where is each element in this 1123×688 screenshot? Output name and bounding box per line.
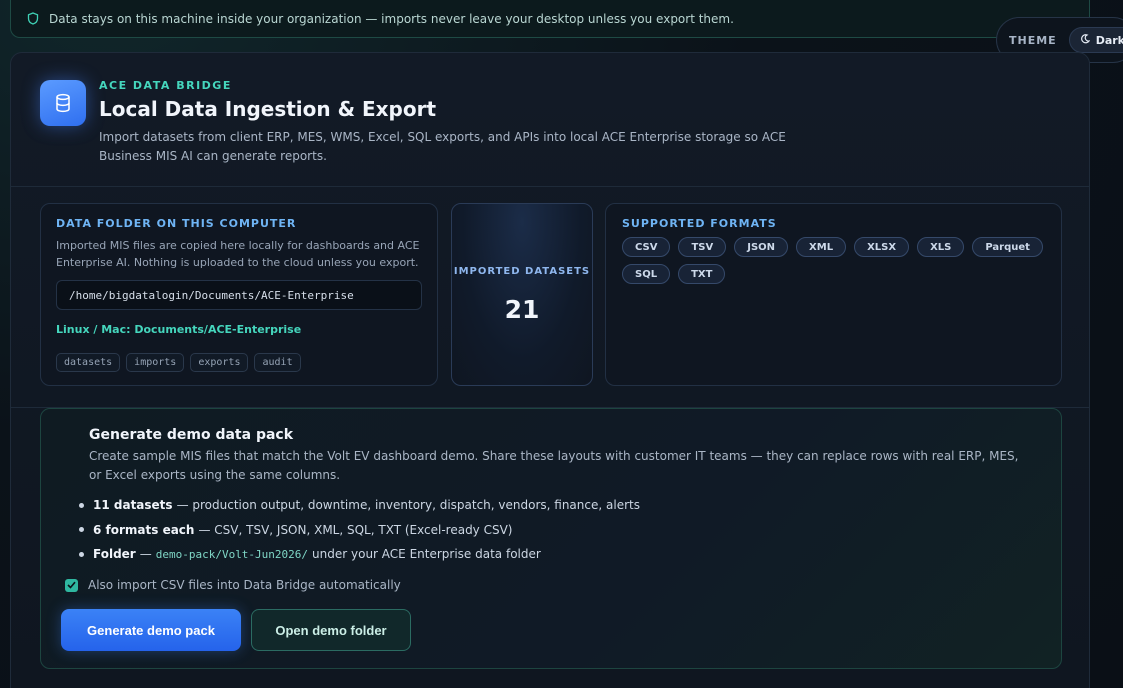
data-folder-heading: DATA FOLDER ON THIS COMPUTER: [56, 217, 297, 230]
page-title: Local Data Ingestion & Export: [99, 97, 437, 121]
auto-import-checkbox-row[interactable]: Also import CSV files into Data Bridge a…: [65, 578, 401, 592]
subfolder-chip: imports: [126, 353, 185, 372]
format-badge: XML: [796, 237, 847, 257]
banner-text: Data stays on this machine inside your o…: [49, 11, 734, 26]
format-badge: JSON: [734, 237, 789, 257]
subfolder-chip: datasets: [56, 353, 121, 372]
subfolder-chip: audit: [254, 353, 301, 372]
format-badge: CSV: [622, 237, 671, 257]
bullet-text: —: [139, 547, 152, 562]
bullet-text: — CSV, TSV, JSON, XML, SQL, TXT (Excel-r…: [198, 522, 513, 537]
demo-pack-description: Create sample MIS files that match the V…: [89, 449, 1019, 482]
privacy-banner: Data stays on this machine inside your o…: [10, 0, 1090, 38]
supported-formats-card: SUPPORTED FORMATS CSV TSV JSON XML XLSX …: [605, 203, 1062, 386]
bullet-text: under your ACE Enterprise data folder: [312, 547, 541, 562]
demo-pack-card: Generate demo data pack Create sample MI…: [40, 408, 1062, 669]
data-bridge-panel: ACE DATA BRIDGE Local Data Ingestion & E…: [10, 52, 1090, 688]
supported-formats-heading: SUPPORTED FORMATS: [622, 217, 777, 230]
demo-pack-details: 11 datasets — production output, downtim…: [79, 493, 640, 567]
data-folder-note: Imported MIS files are copied here local…: [56, 239, 420, 269]
page-description: Import datasets from client ERP, MES, WM…: [99, 130, 786, 163]
moon-icon: [1080, 33, 1090, 47]
shield-icon: [27, 12, 39, 25]
format-badge: XLS: [917, 237, 965, 257]
open-demo-folder-button[interactable]: Open demo folder: [251, 609, 411, 651]
format-badge: TXT: [678, 264, 726, 284]
format-badge: Parquet: [972, 237, 1043, 257]
auto-import-checkbox[interactable]: [65, 578, 78, 592]
theme-label: THEME: [1009, 33, 1057, 47]
os-path-hint: Linux / Mac: Documents/ACE-Enterprise: [56, 323, 302, 336]
list-item: Folder — demo-pack/Volt-Jun2026/ under y…: [79, 542, 640, 567]
bullet-bold: 6 formats each: [93, 522, 195, 537]
format-badge: TSV: [678, 237, 727, 257]
imported-datasets-card: IMPORTED DATASETS 21: [451, 203, 593, 386]
database-icon: [40, 80, 86, 126]
subfolder-chip: exports: [190, 353, 249, 372]
subfolder-chips: datasets imports exports audit: [56, 353, 301, 372]
app-eyebrow: ACE DATA BRIDGE: [99, 79, 232, 92]
data-folder-path[interactable]: /home/bigdatalogin/Documents/ACE-Enterpr…: [56, 280, 422, 310]
data-folder-card: DATA FOLDER ON THIS COMPUTER Imported MI…: [40, 203, 438, 386]
checkmark-icon: [67, 581, 76, 589]
bullet-bold: Folder: [93, 547, 136, 562]
theme-value: Dark: [1095, 33, 1123, 47]
format-badges: CSV TSV JSON XML XLSX XLS Parquet SQL TX…: [622, 237, 1052, 284]
format-badge: SQL: [622, 264, 671, 284]
generate-demo-pack-button[interactable]: Generate demo pack: [61, 609, 241, 651]
imported-datasets-count: 21: [504, 295, 540, 324]
imported-datasets-label: IMPORTED DATASETS: [453, 266, 591, 277]
bullet-text: — production output, downtime, inventory…: [176, 498, 640, 513]
list-item: 6 formats each — CSV, TSV, JSON, XML, SQ…: [79, 518, 640, 543]
format-badge: XLSX: [854, 237, 910, 257]
divider: [11, 186, 1089, 187]
auto-import-label: Also import CSV files into Data Bridge a…: [88, 578, 401, 592]
bullet-bold: 11 datasets: [93, 498, 173, 513]
theme-toggle-button[interactable]: Dark: [1068, 27, 1123, 53]
list-item: 11 datasets — production output, downtim…: [79, 493, 640, 518]
bullet-code: demo-pack/Volt-Jun2026/: [155, 547, 309, 561]
demo-pack-title: Generate demo data pack: [89, 427, 294, 443]
